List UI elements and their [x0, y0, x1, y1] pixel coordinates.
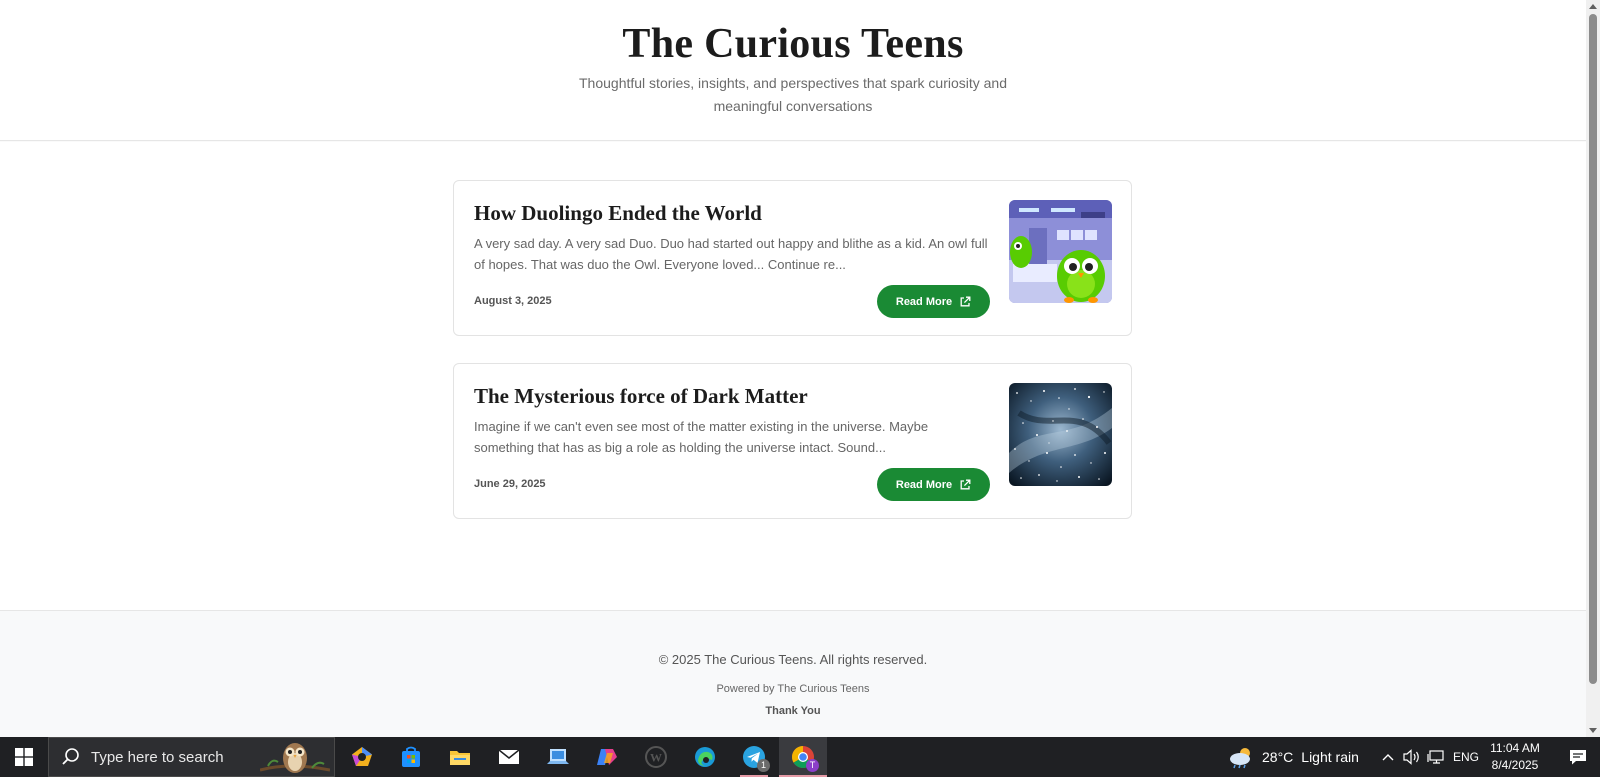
- external-link-icon: [960, 479, 971, 489]
- taskbar-app-chrome[interactable]: T: [779, 737, 827, 777]
- copyright-text: © 2025 The Curious Teens. All rights res…: [658, 652, 928, 667]
- vertical-scrollbar[interactable]: [1586, 0, 1600, 737]
- laptop-icon: [547, 749, 569, 764]
- language-indicator[interactable]: ENG: [1450, 737, 1482, 777]
- post-thumbnail-dark-matter[interactable]: [1009, 383, 1112, 486]
- browser-viewport: The Curious Teens Thoughtful stories, in…: [0, 0, 1586, 737]
- start-button[interactable]: [0, 737, 48, 777]
- chevron-up-icon: [1382, 754, 1394, 761]
- volume-button[interactable]: [1400, 737, 1424, 777]
- site-subtitle: Thoughtful stories, insights, and perspe…: [579, 75, 1007, 114]
- speaker-icon: [1403, 749, 1419, 765]
- read-more-label: Read More: [895, 295, 953, 308]
- taskbar-app-mail[interactable]: [485, 737, 533, 777]
- thank-you-text: Thank You: [765, 705, 821, 717]
- cloud-rain-icon: [1230, 748, 1250, 769]
- taskbar-clock[interactable]: 11:04 AM 8/4/2025: [1482, 740, 1548, 774]
- galaxy-illustration: [1009, 383, 1112, 486]
- external-link-icon: [960, 296, 971, 306]
- folder-icon: [450, 751, 470, 765]
- post-excerpt: Imagine if we can't even see most of the…: [474, 419, 929, 455]
- site-title: The Curious Teens: [622, 21, 964, 67]
- post-card: How Duolingo Ended the World A very sad …: [453, 180, 1132, 336]
- taskbar-app-edge[interactable]: [681, 737, 729, 777]
- show-hidden-icons-button[interactable]: [1377, 737, 1399, 777]
- notification-center-button[interactable]: [1555, 737, 1600, 777]
- post-title[interactable]: The Mysterious force of Dark Matter: [474, 384, 808, 409]
- search-highlight-owl-icon: [260, 743, 330, 773]
- scrollbar-thumb[interactable]: [1589, 14, 1597, 684]
- post-date: August 3, 2025: [474, 295, 552, 307]
- copilot-icon: [597, 749, 617, 765]
- taskbar-app-file-explorer[interactable]: [436, 737, 484, 777]
- read-more-label: Read More: [895, 478, 953, 491]
- post-title[interactable]: How Duolingo Ended the World: [474, 201, 762, 226]
- weather-description: Light rain: [1301, 749, 1359, 765]
- search-placeholder: Type here to search: [91, 748, 224, 766]
- duolingo-owl-illustration: [1009, 200, 1112, 303]
- edge-icon: [695, 747, 715, 767]
- taskbar-weather[interactable]: 28°C Light rain: [1228, 737, 1359, 777]
- mail-icon: [498, 749, 520, 764]
- microsoft-store-icon: [402, 746, 420, 767]
- wordpress-icon: W: [645, 746, 667, 768]
- taskbar-app-copilot-m365[interactable]: [583, 737, 631, 777]
- taskbar-app-store[interactable]: [387, 737, 435, 777]
- clock-time: 11:04 AM: [1490, 741, 1540, 755]
- windows-taskbar: Type here to search W 1 T 28°C Light rai…: [0, 737, 1600, 777]
- site-footer: © 2025 The Curious Teens. All rights res…: [0, 610, 1586, 737]
- taskbar-app-remote[interactable]: [534, 737, 582, 777]
- post-date: June 29, 2025: [474, 478, 546, 490]
- powered-by-text: Powered by The Curious Teens: [716, 683, 870, 695]
- taskbar-app-copilot[interactable]: [338, 737, 386, 777]
- taskbar-app-telegram[interactable]: 1: [730, 737, 778, 777]
- read-more-button[interactable]: Read More: [877, 285, 990, 318]
- weather-temperature: 28°C: [1262, 749, 1294, 765]
- windows-logo-icon: [15, 748, 33, 766]
- chrome-profile-badge: T: [806, 759, 819, 772]
- network-button[interactable]: [1424, 737, 1448, 777]
- taskbar-search-box[interactable]: Type here to search: [48, 737, 335, 777]
- read-more-button[interactable]: Read More: [877, 468, 990, 501]
- telegram-badge: 1: [757, 759, 770, 772]
- language-code: ENG: [1452, 750, 1479, 764]
- site-header: The Curious Teens Thoughtful stories, in…: [0, 0, 1586, 141]
- search-icon: [62, 748, 79, 765]
- clock-date: 8/4/2025: [1491, 758, 1539, 772]
- notification-icon: [1569, 750, 1586, 765]
- svg-text:W: W: [650, 751, 662, 765]
- network-icon: [1427, 750, 1444, 764]
- post-thumbnail-duolingo[interactable]: [1009, 200, 1112, 303]
- post-excerpt: A very sad day. A very sad Duo. Duo had …: [474, 236, 988, 272]
- scroll-up-icon[interactable]: [1589, 4, 1597, 9]
- taskbar-app-wordpress[interactable]: W: [632, 737, 680, 777]
- pentagon-app-icon: [352, 747, 372, 766]
- scroll-down-icon[interactable]: [1589, 728, 1597, 733]
- post-card: The Mysterious force of Dark Matter Imag…: [453, 363, 1132, 519]
